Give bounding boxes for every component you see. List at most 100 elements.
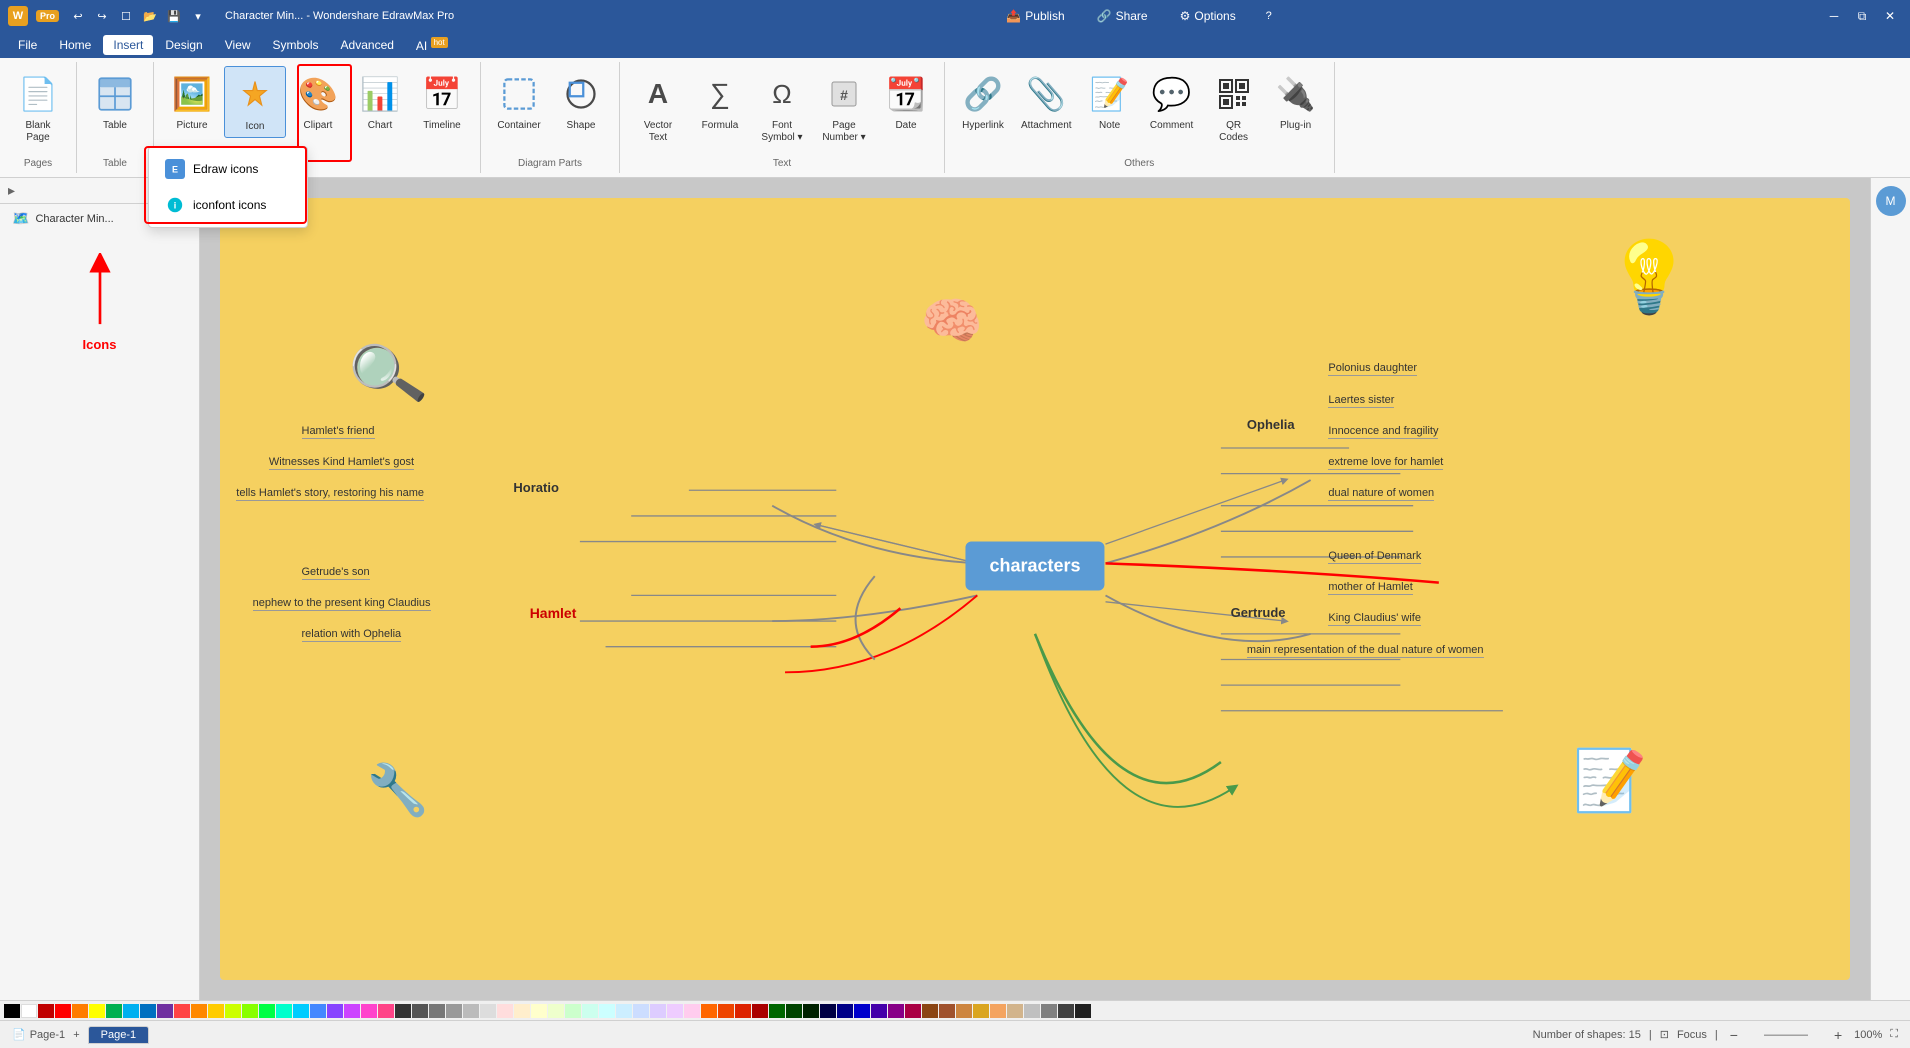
options-button[interactable]: ⚙ Options [1170,6,1246,26]
cs-44[interactable] [905,1004,921,1018]
cs-45[interactable] [922,1004,938,1018]
iconfont-icons-item[interactable]: i iconfont icons [149,187,307,223]
cs-38[interactable] [803,1004,819,1018]
cs-24[interactable] [565,1004,581,1018]
edraw-icons-item[interactable]: E Edraw icons [149,151,307,187]
cs-48[interactable] [973,1004,989,1018]
cs-32[interactable] [701,1004,717,1018]
cs-49[interactable] [990,1004,1006,1018]
close-button[interactable]: ✕ [1878,4,1902,28]
fullscreen-button[interactable]: ⛶ [1890,1028,1898,1041]
color-swatch-black[interactable] [4,1004,20,1018]
panel-nav-arrow[interactable]: ▸ [8,182,15,199]
share-button[interactable]: 🔗 Share [1087,6,1158,26]
color-swatch-yellow1[interactable] [89,1004,105,1018]
cs-8[interactable] [293,1004,309,1018]
minimize-button[interactable]: ─ [1822,4,1846,28]
clipart-button[interactable]: 🎨 Clipart [288,66,348,136]
color-swatch-blue1[interactable] [140,1004,156,1018]
color-swatch-green1[interactable] [106,1004,122,1018]
zoom-slider[interactable]: ———— [1746,1029,1826,1041]
color-swatch-orange1[interactable] [72,1004,88,1018]
cs-54[interactable] [1075,1004,1091,1018]
menu-insert[interactable]: Insert [103,35,153,55]
cs-40[interactable] [837,1004,853,1018]
qr-codes-button[interactable]: QRCodes [1204,66,1264,148]
cs-35[interactable] [752,1004,768,1018]
cs-5[interactable] [242,1004,258,1018]
cs-22[interactable] [531,1004,547,1018]
cs-6[interactable] [259,1004,275,1018]
cs-1[interactable] [174,1004,190,1018]
redo-button[interactable]: ↪ [91,5,113,27]
cs-47[interactable] [956,1004,972,1018]
blank-page-button[interactable]: 📄 BlankPage [8,66,68,148]
table-button[interactable]: Table [85,66,145,136]
menu-advanced[interactable]: Advanced [331,35,404,55]
color-swatch-teal1[interactable] [123,1004,139,1018]
menu-file[interactable]: File [8,35,47,55]
cs-15[interactable] [412,1004,428,1018]
plugin-button[interactable]: 🔌 Plug-in [1266,66,1326,136]
cs-23[interactable] [548,1004,564,1018]
page-tab-1[interactable]: Page-1 [88,1026,149,1044]
help-button[interactable]: ? [1258,5,1280,27]
cs-14[interactable] [395,1004,411,1018]
cs-42[interactable] [871,1004,887,1018]
cs-34[interactable] [735,1004,751,1018]
cs-21[interactable] [514,1004,530,1018]
new-button[interactable]: ☐ [115,5,137,27]
cs-7[interactable] [276,1004,292,1018]
cs-26[interactable] [599,1004,615,1018]
timeline-button[interactable]: 📅 Timeline [412,66,472,136]
menu-design[interactable]: Design [155,35,212,55]
cs-39[interactable] [820,1004,836,1018]
cs-11[interactable] [344,1004,360,1018]
color-swatch-red2[interactable] [55,1004,71,1018]
add-page-button[interactable]: + [73,1029,79,1041]
cs-9[interactable] [310,1004,326,1018]
cs-12[interactable] [361,1004,377,1018]
note-button[interactable]: 📝 Note [1080,66,1140,136]
date-button[interactable]: 📆 Date [876,66,936,136]
container-button[interactable]: Container [489,66,549,136]
icon-button[interactable]: Icon [224,66,286,138]
cs-2[interactable] [191,1004,207,1018]
cs-4[interactable] [225,1004,241,1018]
user-avatar[interactable]: M [1876,186,1906,216]
cs-36[interactable] [769,1004,785,1018]
cs-50[interactable] [1007,1004,1023,1018]
zoom-out-button[interactable]: − [1726,1027,1742,1043]
cs-41[interactable] [854,1004,870,1018]
picture-button[interactable]: 🖼️ Picture [162,66,222,136]
undo-button[interactable]: ↩ [67,5,89,27]
canvas[interactable]: characters Horatio Hamlet's friend Witne… [220,198,1850,980]
restore-button[interactable]: ⧉ [1850,4,1874,28]
page-number-button[interactable]: # PageNumber ▾ [814,66,874,148]
cs-10[interactable] [327,1004,343,1018]
cs-52[interactable] [1041,1004,1057,1018]
chart-button[interactable]: 📊 Chart [350,66,410,136]
publish-button[interactable]: 📤 Publish [996,6,1074,26]
cs-37[interactable] [786,1004,802,1018]
cs-51[interactable] [1024,1004,1040,1018]
cs-17[interactable] [446,1004,462,1018]
color-swatch-white[interactable] [21,1004,37,1018]
cs-19[interactable] [480,1004,496,1018]
cs-20[interactable] [497,1004,513,1018]
more-button[interactable]: ▾ [187,5,209,27]
vector-text-button[interactable]: A VectorText [628,66,688,148]
menu-view[interactable]: View [215,35,261,55]
comment-button[interactable]: 💬 Comment [1142,66,1202,136]
cs-27[interactable] [616,1004,632,1018]
cs-28[interactable] [633,1004,649,1018]
menu-symbols[interactable]: Symbols [263,35,329,55]
zoom-in-button[interactable]: + [1830,1027,1846,1043]
cs-13[interactable] [378,1004,394,1018]
save-button[interactable]: 💾 [163,5,185,27]
color-swatch-purple1[interactable] [157,1004,173,1018]
cs-18[interactable] [463,1004,479,1018]
cs-16[interactable] [429,1004,445,1018]
shape-button[interactable]: Shape [551,66,611,136]
canvas-area[interactable]: characters Horatio Hamlet's friend Witne… [200,178,1870,1000]
